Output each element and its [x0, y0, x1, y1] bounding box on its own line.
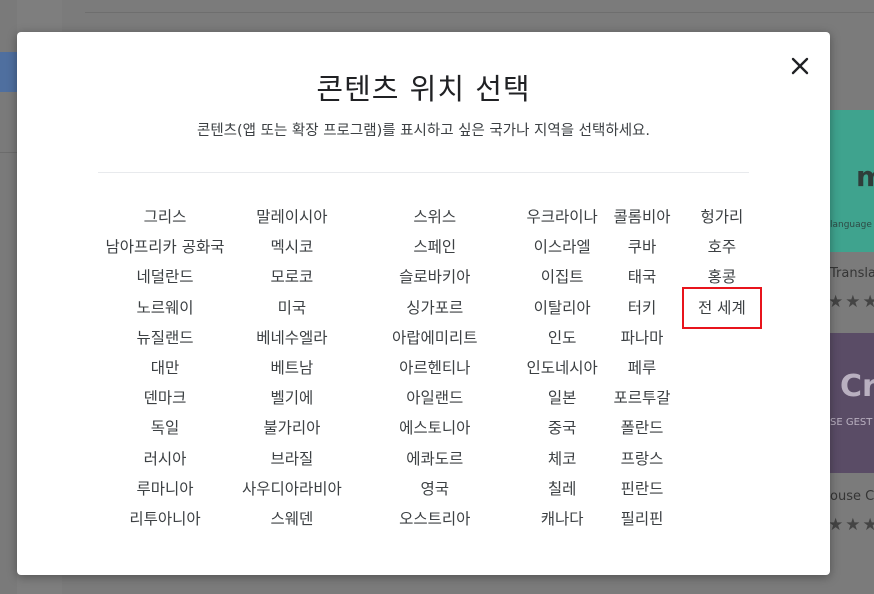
country-option[interactable]: 벨기에 — [242, 383, 342, 413]
country-option[interactable]: 노르웨이 — [106, 293, 225, 323]
card-logo-subtext: language l — [830, 220, 874, 230]
country-option[interactable]: 루마니아 — [106, 474, 225, 504]
country-option[interactable]: 헝가리 — [684, 202, 760, 232]
country-option[interactable]: 스위스 — [392, 202, 478, 232]
country-option[interactable]: 포르투갈 — [614, 383, 671, 413]
country-option[interactable]: 미국 — [242, 293, 342, 323]
background-card-title: ouse Ch — [830, 489, 874, 504]
country-option[interactable]: 오스트리아 — [392, 504, 478, 534]
country-option[interactable]: 콜롬비아 — [614, 202, 671, 232]
country-option[interactable]: 쿠바 — [614, 232, 671, 262]
country-option[interactable]: 이집트 — [527, 262, 598, 292]
country-option[interactable]: 모로코 — [242, 262, 342, 292]
country-option[interactable]: 파나마 — [614, 323, 671, 353]
background-selected-item — [0, 52, 17, 92]
country-option[interactable]: 스페인 — [392, 232, 478, 262]
country-option[interactable]: 슬로바키아 — [392, 262, 478, 292]
country-option[interactable]: 페루 — [614, 353, 671, 383]
background-app-card: Cr SE GEST — [830, 333, 874, 473]
country-column: 그리스 남아프리카 공화국 네덜란드 노르웨이 뉴질랜드 대만 덴마크 독일 러시아 루마니아 리투… — [106, 202, 225, 534]
country-column: 스위스 스페인 슬로바키아 싱가포르 아랍에미리트 아르헨티나 아일랜드 에스토니아 에콰도르 영… — [392, 202, 478, 534]
country-option[interactable]: 그리스 — [106, 202, 225, 232]
country-option[interactable]: 에콰도르 — [392, 444, 478, 474]
country-column: 콜롬비아 쿠바 태국 터키 파나마 페루 포르투갈 폴란드 프랑스 핀란드 필리핀 — [614, 202, 671, 534]
country-option[interactable]: 인도네시아 — [527, 353, 598, 383]
country-option[interactable]: 태국 — [614, 262, 671, 292]
dialog-title: 콘텐츠 위치 선택 — [316, 72, 531, 106]
country-option[interactable]: 브라질 — [242, 444, 342, 474]
country-option[interactable]: 불가리아 — [242, 413, 342, 443]
card-logo-text: m — [856, 160, 874, 193]
country-option[interactable]: 영국 — [392, 474, 478, 504]
country-option[interactable]: 이탈리아 — [527, 293, 598, 323]
card-logo-subtext: SE GEST — [830, 417, 873, 428]
dialog-divider — [98, 172, 749, 173]
country-option[interactable]: 인도 — [527, 323, 598, 353]
rating-stars-icon: ★★★ — [828, 292, 874, 312]
country-option[interactable]: 아르헨티나 — [392, 353, 478, 383]
content-location-dialog: 콘텐츠 위치 선택 콘텐츠(앱 또는 확장 프로그램)를 표시하고 싶은 국가나… — [17, 32, 830, 575]
country-option[interactable]: 말레이시아 — [242, 202, 342, 232]
country-option[interactable]: 터키 — [614, 293, 671, 323]
country-option[interactable]: 일본 — [527, 383, 598, 413]
country-option[interactable]: 아일랜드 — [392, 383, 478, 413]
background-header-line — [85, 12, 874, 13]
country-option[interactable]: 폴란드 — [614, 413, 671, 443]
country-option[interactable]: 이스라엘 — [527, 232, 598, 262]
country-option[interactable]: 베네수엘라 — [242, 323, 342, 353]
country-option[interactable]: 체코 — [527, 444, 598, 474]
country-option[interactable]: 리투아니아 — [106, 504, 225, 534]
rating-stars-icon: ★★★ — [828, 515, 874, 535]
country-option[interactable]: 네덜란드 — [106, 262, 225, 292]
background-divider — [0, 152, 17, 153]
dialog-subtitle: 콘텐츠(앱 또는 확장 프로그램)를 표시하고 싶은 국가나 지역을 선택하세요… — [197, 123, 650, 139]
country-option[interactable]: 남아프리카 공화국 — [106, 232, 225, 262]
country-option[interactable]: 베트남 — [242, 353, 342, 383]
background-card-title: Translat — [830, 266, 874, 281]
country-option[interactable]: 아랍에미리트 — [392, 323, 478, 353]
country-option[interactable]: 에스토니아 — [392, 413, 478, 443]
country-option[interactable]: 호주 — [684, 232, 760, 262]
country-column: 말레이시아 멕시코 모로코 미국 베네수엘라 베트남 벨기에 불가리아 브라질 사우디아라비아 스웨… — [242, 202, 342, 534]
country-option[interactable]: 독일 — [106, 413, 225, 443]
country-option[interactable]: 멕시코 — [242, 232, 342, 262]
country-option[interactable]: 핀란드 — [614, 474, 671, 504]
country-column: 헝가리 호주 홍콩 전 세계 — [682, 202, 762, 329]
country-option[interactable]: 중국 — [527, 413, 598, 443]
country-option[interactable]: 캐나다 — [527, 504, 598, 534]
country-option[interactable]: 칠레 — [527, 474, 598, 504]
card-logo-text: Cr — [840, 369, 874, 404]
country-option[interactable]: 대만 — [106, 353, 225, 383]
country-option[interactable]: 덴마크 — [106, 383, 225, 413]
country-option[interactable]: 전 세계 — [682, 286, 762, 329]
country-option[interactable]: 프랑스 — [614, 444, 671, 474]
country-option[interactable]: 필리핀 — [614, 504, 671, 534]
country-option[interactable]: 뉴질랜드 — [106, 323, 225, 353]
country-option[interactable]: 스웨덴 — [242, 504, 342, 534]
country-option[interactable]: 싱가포르 — [392, 293, 478, 323]
country-option[interactable]: 우크라이나 — [527, 202, 598, 232]
country-option[interactable]: 러시아 — [106, 444, 225, 474]
country-option[interactable]: 사우디아라비아 — [242, 474, 342, 504]
country-column: 우크라이나 이스라엘 이집트 이탈리아 인도 인도네시아 일본 중국 체코 칠레 캐나다 — [527, 202, 598, 534]
country-grid: 그리스 남아프리카 공화국 네덜란드 노르웨이 뉴질랜드 대만 덴마크 독일 러시아 루마니아 리투… — [17, 202, 830, 547]
background-app-card: m language l — [830, 110, 874, 252]
